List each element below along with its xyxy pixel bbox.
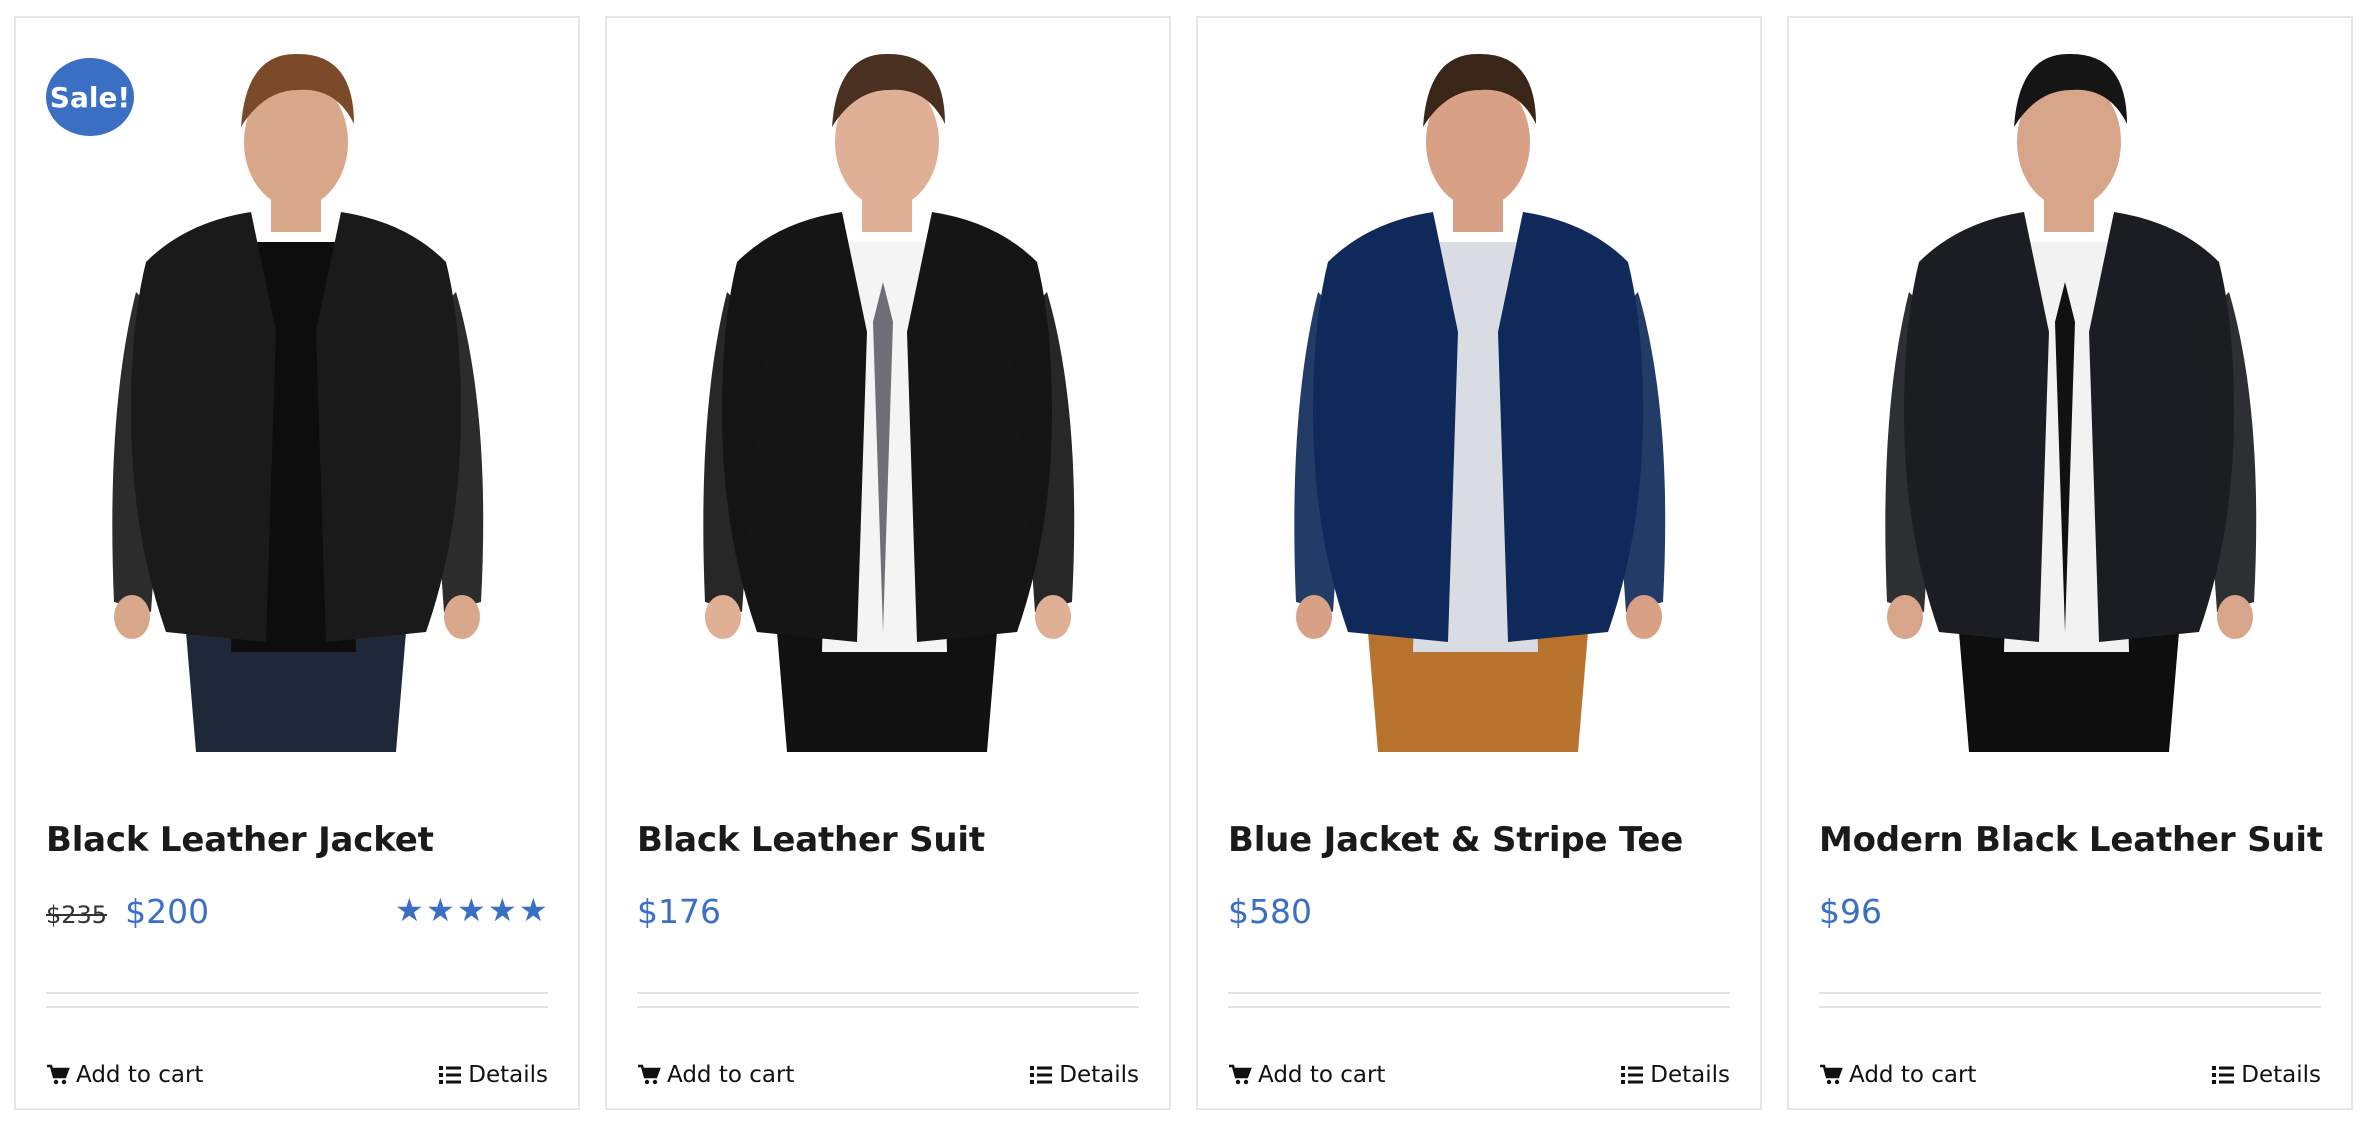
product-title[interactable]: Blue Jacket & Stripe Tee	[1228, 820, 1683, 860]
price-group: $580	[1228, 892, 1312, 931]
product-title[interactable]: Black Leather Suit	[637, 820, 985, 860]
cart-icon	[1229, 1064, 1252, 1085]
star-icon: ★	[519, 892, 548, 928]
price-group: $176	[637, 892, 721, 931]
divider	[1228, 1006, 1730, 1008]
cart-icon	[47, 1064, 70, 1085]
list-icon	[1030, 1066, 1053, 1084]
card-actions: Add to cart Details	[46, 1062, 548, 1088]
star-rating: ★ ★ ★ ★ ★	[395, 892, 548, 928]
product-card: Sale! Black Leather Jacket $235 $200 ★ ★…	[14, 16, 580, 1110]
current-price: $176	[637, 892, 721, 931]
add-to-cart-button[interactable]: Add to cart	[1819, 1062, 1976, 1088]
model-photo	[703, 53, 1075, 752]
details-button[interactable]: Details	[2211, 1062, 2321, 1088]
details-label: Details	[1059, 1062, 1139, 1088]
divider	[1819, 992, 2321, 994]
product-image[interactable]	[1218, 32, 1740, 752]
price-group: $96	[1819, 892, 1882, 931]
add-to-cart-button[interactable]: Add to cart	[46, 1062, 203, 1088]
divider	[46, 992, 548, 994]
product-grid: Sale! Black Leather Jacket $235 $200 ★ ★…	[0, 0, 2370, 1126]
hand-left	[1296, 595, 1332, 639]
hand-right	[1035, 595, 1071, 639]
hand-left	[705, 595, 741, 639]
add-to-cart-label: Add to cart	[667, 1062, 795, 1088]
add-to-cart-button[interactable]: Add to cart	[1228, 1062, 1385, 1088]
list-icon	[439, 1066, 462, 1084]
hand-right	[2217, 595, 2253, 639]
star-icon: ★	[395, 892, 424, 928]
sale-badge: Sale!	[46, 58, 134, 136]
product-image[interactable]	[36, 32, 558, 752]
list-icon	[1621, 1066, 1644, 1084]
list-icon	[2212, 1066, 2235, 1084]
star-icon: ★	[488, 892, 517, 928]
price-group: $235 $200	[46, 892, 209, 931]
card-actions: Add to cart Details	[1819, 1062, 2321, 1088]
current-price: $580	[1228, 892, 1312, 931]
product-card: Black Leather Suit $176 Add to cart Deta…	[605, 16, 1171, 1110]
cart-icon	[638, 1064, 661, 1085]
cart-icon	[1820, 1064, 1843, 1085]
card-actions: Add to cart Details	[637, 1062, 1139, 1088]
add-to-cart-label: Add to cart	[1258, 1062, 1386, 1088]
hand-left	[1887, 595, 1923, 639]
divider	[637, 1006, 1139, 1008]
divider	[1228, 992, 1730, 994]
details-button[interactable]: Details	[1620, 1062, 1730, 1088]
current-price: $96	[1819, 892, 1882, 931]
add-to-cart-label: Add to cart	[1849, 1062, 1977, 1088]
product-card: Modern Black Leather Suit $96 Add to car…	[1787, 16, 2353, 1110]
model-photo	[112, 53, 484, 752]
hand-right	[1626, 595, 1662, 639]
details-button[interactable]: Details	[438, 1062, 548, 1088]
add-to-cart-label: Add to cart	[76, 1062, 204, 1088]
product-image[interactable]	[1809, 32, 2331, 752]
hand-left	[114, 595, 150, 639]
details-button[interactable]: Details	[1029, 1062, 1139, 1088]
product-card: Blue Jacket & Stripe Tee $580 Add to car…	[1196, 16, 1762, 1110]
details-label: Details	[468, 1062, 548, 1088]
details-label: Details	[1650, 1062, 1730, 1088]
model-photo	[1294, 53, 1666, 752]
star-icon: ★	[426, 892, 455, 928]
divider	[637, 992, 1139, 994]
add-to-cart-button[interactable]: Add to cart	[637, 1062, 794, 1088]
details-label: Details	[2241, 1062, 2321, 1088]
divider	[1819, 1006, 2321, 1008]
product-title[interactable]: Modern Black Leather Suit	[1819, 820, 2323, 860]
hand-right	[444, 595, 480, 639]
divider	[46, 1006, 548, 1008]
card-actions: Add to cart Details	[1228, 1062, 1730, 1088]
old-price: $235	[46, 901, 108, 929]
star-icon: ★	[457, 892, 486, 928]
product-title[interactable]: Black Leather Jacket	[46, 820, 434, 860]
product-image[interactable]	[627, 32, 1149, 752]
current-price: $200	[125, 892, 210, 931]
model-photo	[1885, 53, 2257, 752]
